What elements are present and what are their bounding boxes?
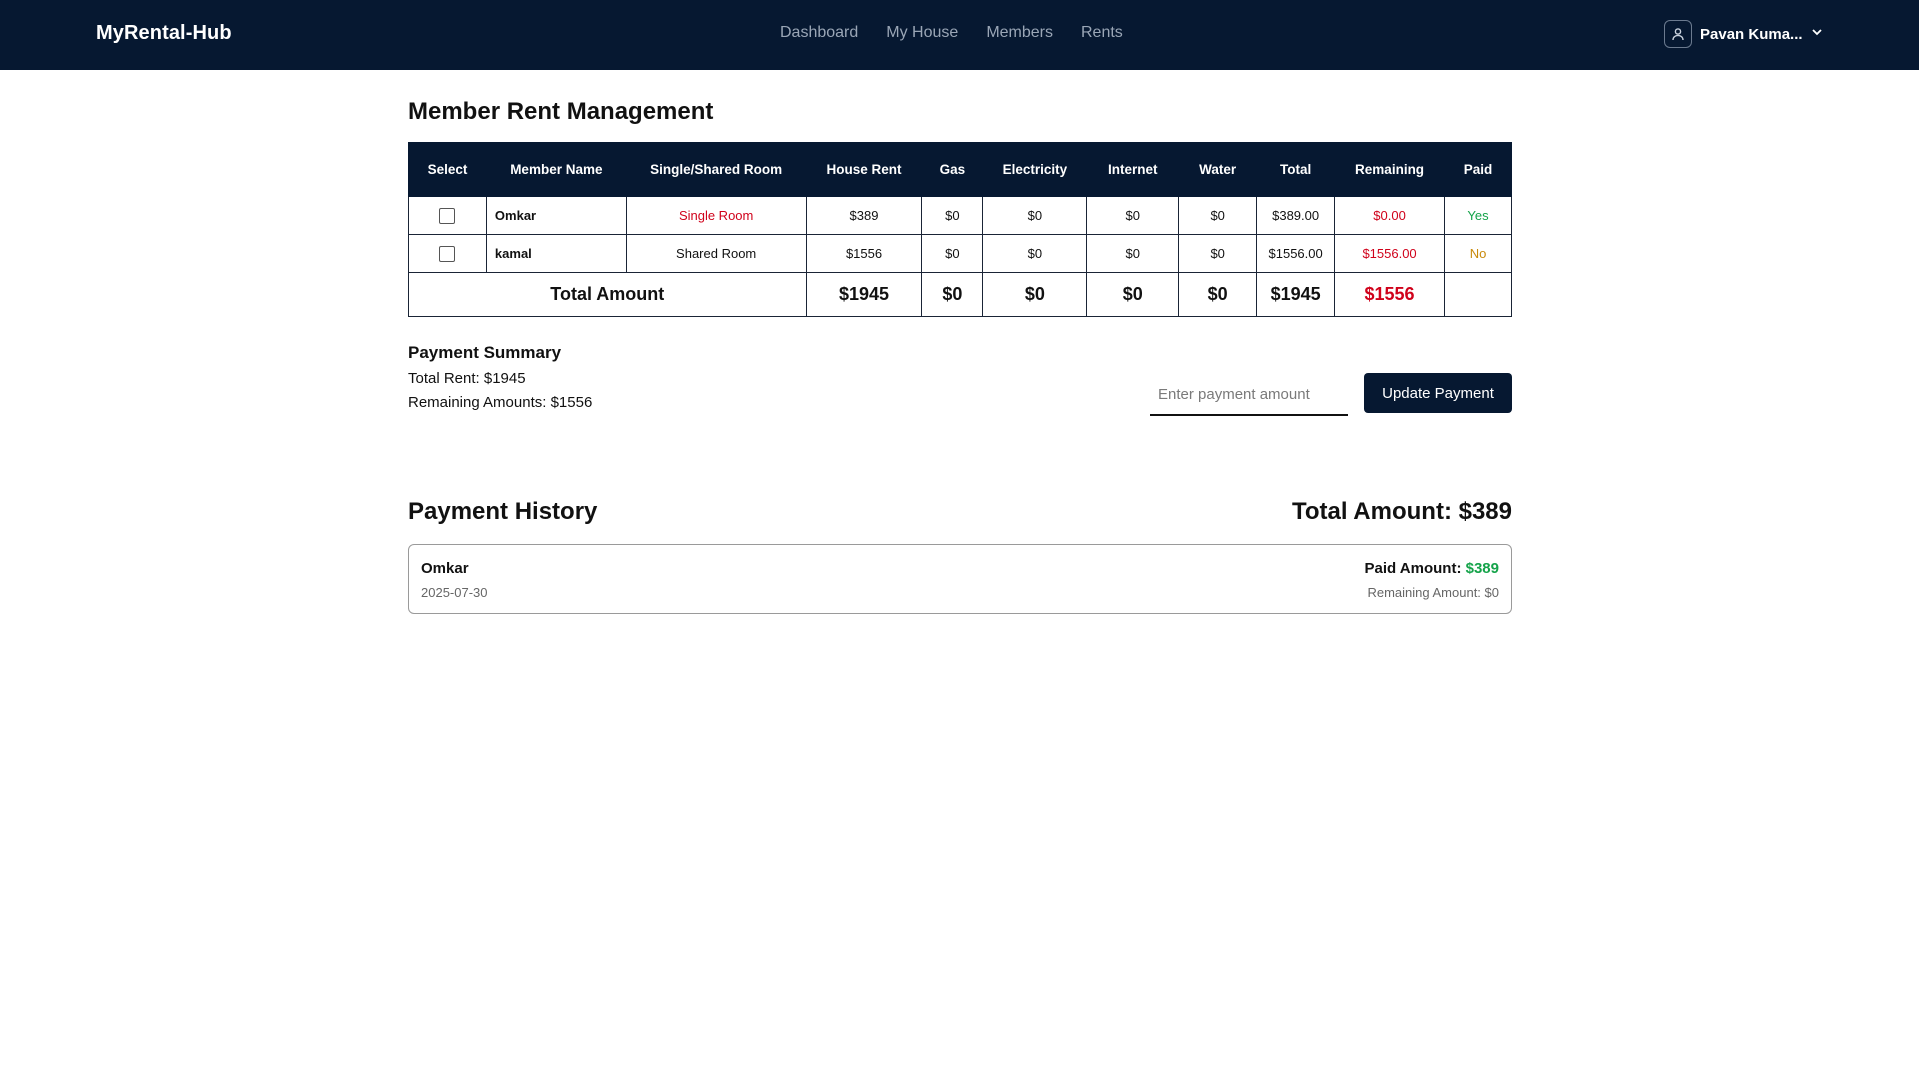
user-icon bbox=[1664, 20, 1692, 48]
water: $0 bbox=[1178, 234, 1258, 273]
table-row: Omkar Single Room $389 $0 $0 $0 $0 $389.… bbox=[408, 196, 1512, 235]
page-title: Member Rent Management bbox=[408, 98, 714, 125]
table-row: kamal Shared Room $1556 $0 $0 $0 $0 $155… bbox=[408, 234, 1512, 273]
row-total: $389.00 bbox=[1256, 196, 1336, 235]
table-header-row: Select Member Name Single/Shared Room Ho… bbox=[408, 142, 1512, 197]
paid-status: Yes bbox=[1444, 196, 1512, 235]
room-type: Shared Room bbox=[625, 234, 807, 273]
total-electricity: $0 bbox=[982, 272, 1088, 317]
totals-row: Total Amount $1945 $0 $0 $0 $0 $1945 $15… bbox=[408, 272, 1512, 317]
payment-summary-title: Payment Summary bbox=[408, 343, 562, 362]
user-menu[interactable]: Pavan Kuma... bbox=[1664, 20, 1823, 48]
history-paid-amount: Paid Amount: $389 bbox=[1365, 560, 1499, 577]
gas: $0 bbox=[921, 234, 984, 273]
total-gas: $0 bbox=[921, 272, 984, 317]
update-payment-button[interactable]: Update Payment bbox=[1364, 373, 1512, 413]
header-room-type: Single/Shared Room bbox=[625, 142, 807, 197]
total-house-rent: $1945 bbox=[805, 272, 923, 317]
history-date: 2025-07-30 bbox=[421, 585, 488, 600]
nav-link-rents[interactable]: Rents bbox=[1081, 24, 1123, 42]
totals-label: Total Amount bbox=[408, 272, 807, 317]
row-checkbox[interactable] bbox=[439, 207, 456, 224]
select-cell bbox=[408, 234, 487, 273]
paid-status: No bbox=[1444, 234, 1512, 273]
internet: $0 bbox=[1086, 234, 1180, 273]
paid-amount-label: Paid Amount: bbox=[1364, 560, 1466, 577]
member-name: Omkar bbox=[485, 196, 627, 235]
summary-total-rent: Total Rent: $1945 bbox=[408, 370, 526, 387]
room-type: Single Room bbox=[625, 196, 807, 235]
house-rent: $389 bbox=[805, 196, 923, 235]
paid-amount-value: $389 bbox=[1465, 560, 1499, 577]
member-name: kamal bbox=[485, 234, 627, 273]
top-navbar: MyRental-Hub Dashboard My House Members … bbox=[0, 0, 1919, 70]
header-gas: Gas bbox=[921, 142, 984, 197]
total-internet: $0 bbox=[1086, 272, 1180, 317]
nav-link-my-house[interactable]: My House bbox=[886, 24, 958, 42]
row-remaining: $1556.00 bbox=[1334, 234, 1446, 273]
internet: $0 bbox=[1086, 196, 1180, 235]
summary-remaining: Remaining Amounts: $1556 bbox=[408, 394, 593, 411]
header-water: Water bbox=[1178, 142, 1258, 197]
brand-logo[interactable]: MyRental-Hub bbox=[96, 22, 232, 45]
total-paid-empty bbox=[1444, 272, 1512, 317]
chevron-down-icon bbox=[1811, 25, 1823, 43]
history-member-name: Omkar bbox=[421, 560, 469, 577]
nav-link-members[interactable]: Members bbox=[986, 24, 1053, 42]
payment-amount-input[interactable] bbox=[1150, 374, 1348, 416]
header-electricity: Electricity bbox=[982, 142, 1088, 197]
nav-link-dashboard[interactable]: Dashboard bbox=[780, 24, 858, 42]
water: $0 bbox=[1178, 196, 1258, 235]
row-total: $1556.00 bbox=[1256, 234, 1336, 273]
electricity: $0 bbox=[982, 234, 1088, 273]
header-remaining: Remaining bbox=[1334, 142, 1446, 197]
electricity: $0 bbox=[982, 196, 1088, 235]
nav-links: Dashboard My House Members Rents bbox=[780, 24, 1123, 42]
house-rent: $1556 bbox=[805, 234, 923, 273]
header-house-rent: House Rent bbox=[805, 142, 923, 197]
total-water: $0 bbox=[1178, 272, 1258, 317]
payment-history-title: Payment History bbox=[408, 498, 598, 525]
header-select: Select bbox=[408, 142, 487, 197]
gas: $0 bbox=[921, 196, 984, 235]
history-remaining-amount: Remaining Amount: $0 bbox=[1367, 585, 1499, 600]
header-internet: Internet bbox=[1086, 142, 1180, 197]
total-total: $1945 bbox=[1256, 272, 1336, 317]
header-member-name: Member Name bbox=[485, 142, 627, 197]
history-total-amount: Total Amount: $389 bbox=[1291, 498, 1512, 525]
header-total: Total bbox=[1256, 142, 1336, 197]
total-remaining: $1556 bbox=[1334, 272, 1446, 317]
user-name: Pavan Kuma... bbox=[1700, 25, 1803, 43]
history-entry: Omkar 2025-07-30 Paid Amount: $389 Remai… bbox=[408, 544, 1512, 614]
row-remaining: $0.00 bbox=[1334, 196, 1446, 235]
rent-table: Select Member Name Single/Shared Room Ho… bbox=[408, 142, 1512, 317]
row-checkbox[interactable] bbox=[439, 245, 456, 262]
select-cell bbox=[408, 196, 487, 235]
header-paid: Paid bbox=[1444, 142, 1512, 197]
